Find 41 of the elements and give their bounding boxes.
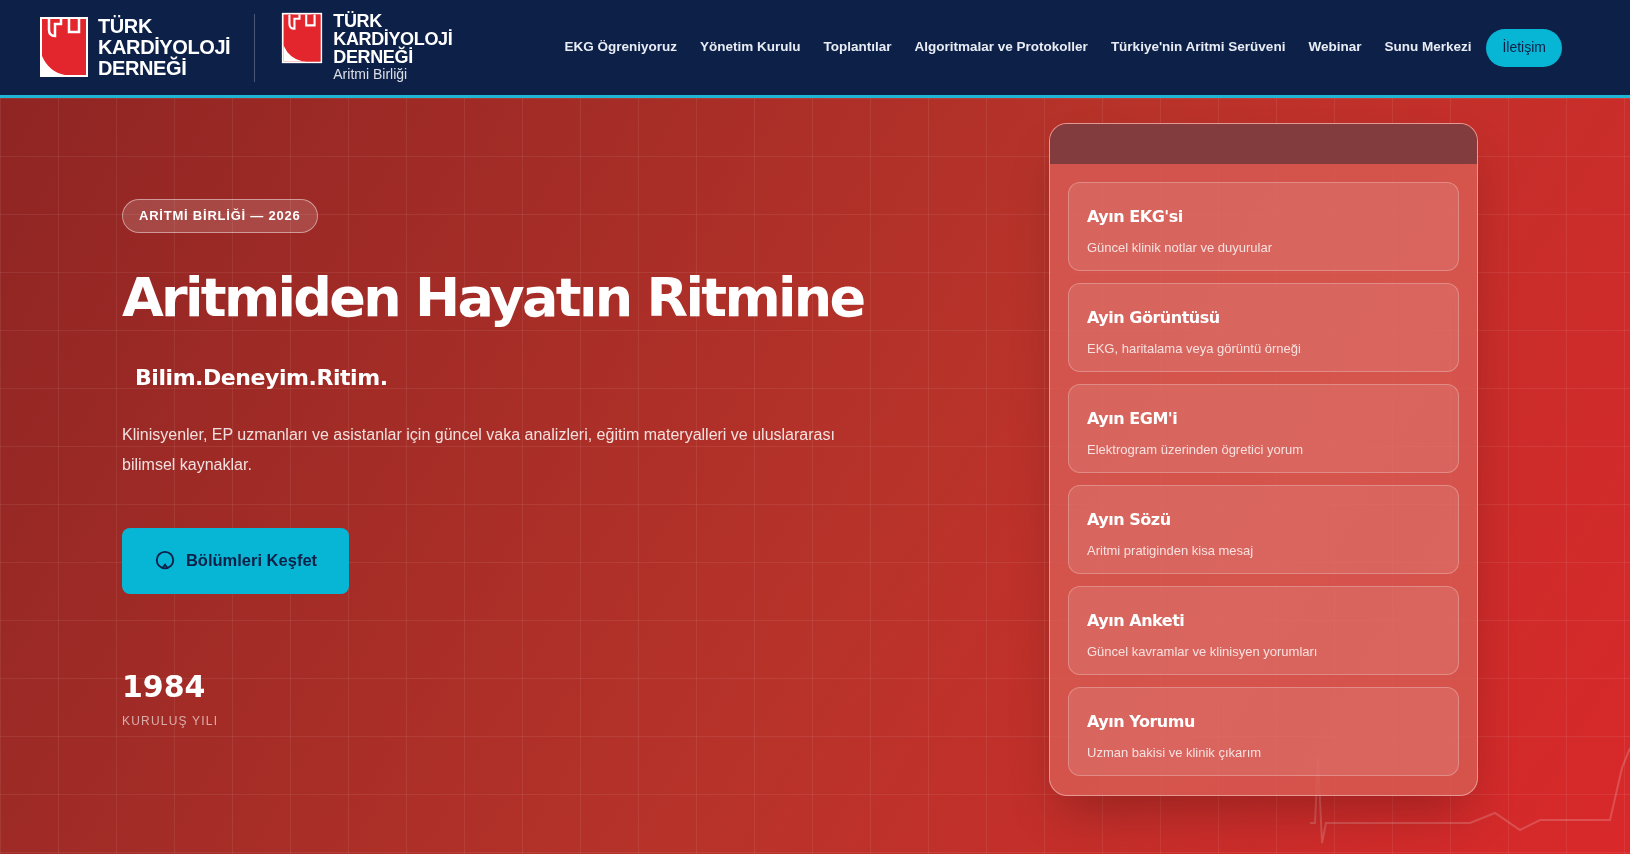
feature-card[interactable]: Ayin Görüntüsü EKG, haritalama veya görüntü örneği <box>1068 283 1459 372</box>
circle-icon <box>153 549 176 572</box>
nav-link[interactable]: Webinar <box>1308 37 1362 58</box>
card-title: Ayın EGM'i <box>1087 408 1178 430</box>
nav-link[interactable]: Toplantılar <box>823 37 892 58</box>
hero-title: Aritmiden Hayatın Ritmine <box>122 264 864 331</box>
card-subtitle: Güncel klinik notlar ve duyurular <box>1087 239 1272 257</box>
logo-text: DERNEĞİ <box>98 58 188 79</box>
feature-card[interactable]: Ayın EGM'i Elektrogram üzerinden ögretici yorum <box>1068 384 1459 473</box>
nav-link[interactable]: Sunu Merkezi <box>1384 37 1472 58</box>
feature-card[interactable]: Ayın Sözü Aritmi pratiginden kisa mesaj <box>1068 485 1459 574</box>
logo-text: TÜRK <box>333 12 382 30</box>
card-subtitle: Aritmi pratiginden kisa mesaj <box>1087 542 1254 560</box>
nav-link[interactable]: Türkiye'nin Aritmi Serüveni <box>1110 37 1286 58</box>
heart-logo-icon <box>38 16 90 78</box>
contact-button[interactable]: İletişim <box>1486 28 1562 67</box>
card-subtitle: Uzman bakisi ve klinik çıkarım <box>1087 744 1262 762</box>
logo-text: TÜRK <box>98 16 153 37</box>
logo-subtitle: Aritmi Birliği <box>333 66 409 83</box>
feature-card[interactable]: Ayın EKG'si Güncel klinik notlar ve duyurular <box>1068 182 1459 271</box>
card-subtitle: Güncel kavramlar ve klinisyen yorumları <box>1087 643 1318 661</box>
card-subtitle: EKG, haritalama veya görüntü örneği <box>1087 340 1301 358</box>
feature-card[interactable]: Ayın Anketi Güncel kavramlar ve klinisyen yorumları <box>1068 586 1459 675</box>
explore-button[interactable]: Bölümleri Keşfet <box>122 527 349 594</box>
card-title: Ayın EKG'si <box>1087 206 1183 228</box>
logo-text: KARDİYOLOJİ <box>333 30 453 48</box>
card-subtitle: Elektrogram üzerinden ögretici yorum <box>1087 441 1304 459</box>
badge: ARİTMİ BİRLİĞİ — 2026 <box>122 199 318 233</box>
card-title: Ayın Sözü <box>1087 509 1171 531</box>
hero-description: Klinisyenler, EP uzmanları ve asistanlar için güncel vaka analizleri, eğitim materyalleri ve uluslararası bilimsel kaynaklar. <box>122 424 836 475</box>
stat-value: 1984 <box>122 669 206 704</box>
card-title: Ayin Görüntüsü <box>1087 307 1220 329</box>
nav-link[interactable]: Algoritmalar ve Protokoller <box>914 37 1088 58</box>
stat-label: KURULUŞ YILI <box>122 712 219 730</box>
logo-text: DERNEĞİ <box>333 48 413 66</box>
card-title: Ayın Yorumu <box>1087 711 1195 733</box>
nav-link[interactable]: EKG Ögreniyoruz <box>564 37 678 58</box>
feature-card[interactable]: Ayın Yorumu Uzman bakisi ve klinik çıkarım <box>1068 687 1459 776</box>
tagline: Bilim.Deneyim.Ritim. <box>135 363 388 392</box>
card-title: Ayın Anketi <box>1087 610 1185 632</box>
nav-link[interactable]: Yönetim Kurulu <box>700 37 801 58</box>
